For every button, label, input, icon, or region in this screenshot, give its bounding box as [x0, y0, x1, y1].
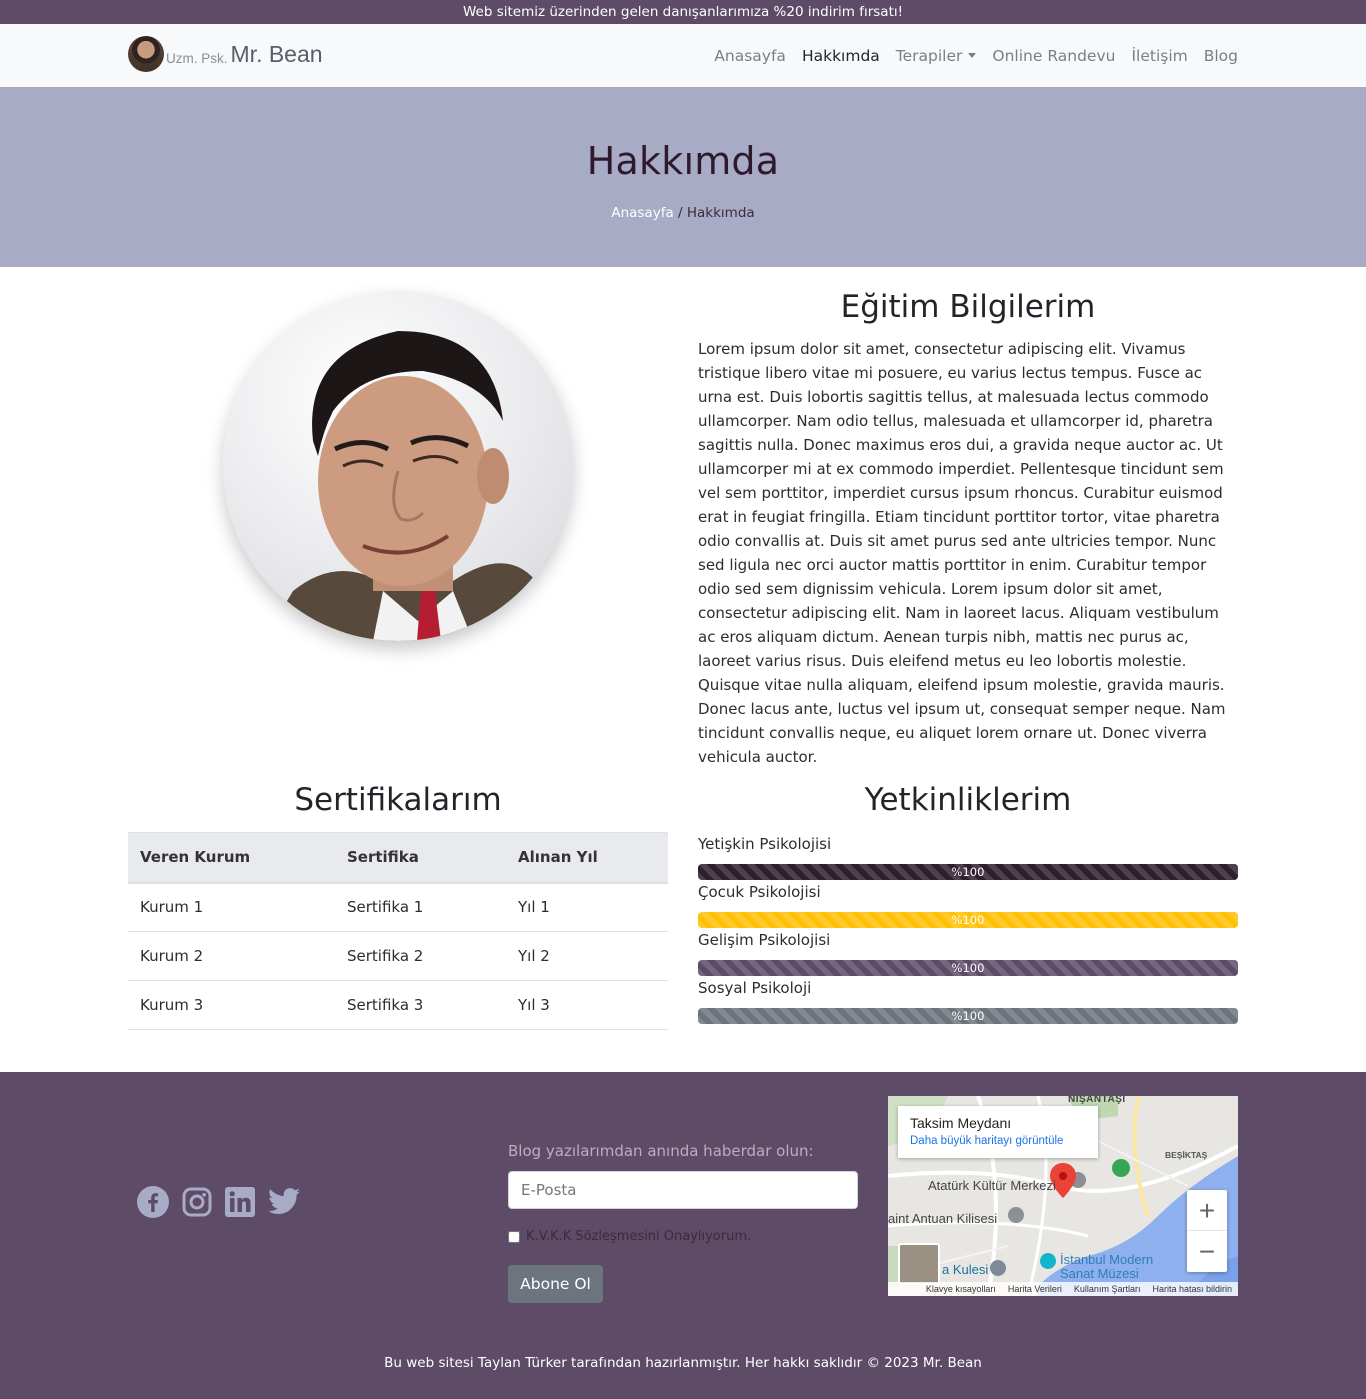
brand-prefix: Uzm. Psk. — [166, 50, 228, 66]
table-cell: Kurum 2 — [128, 931, 335, 981]
subscribe-button[interactable]: Abone Ol — [508, 1265, 603, 1303]
map-footer-link[interactable]: Harita Verileri — [1008, 1284, 1062, 1294]
kvkk-label: K.V.K.K Sözleşmesini Onaylıyorum. — [526, 1229, 752, 1244]
map-label: NIŞANTAŞI — [1068, 1096, 1126, 1105]
map-footer-link[interactable]: Klavye kısayolları — [926, 1284, 996, 1294]
nav-item-anasayfa[interactable]: Anasayfa — [714, 47, 786, 65]
skill-progress-fill: %100 — [698, 864, 1238, 880]
page-header: Hakkımda Anasayfa / Hakkımda — [0, 87, 1366, 267]
twitter-icon[interactable] — [267, 1187, 301, 1221]
table-header-row: Veren Kurum Sertifika Alınan Yıl — [128, 832, 668, 884]
skill-item: Çocuk Psikolojisi %100 — [698, 880, 1238, 928]
skill-label: Sosyal Psikoloji — [698, 979, 812, 997]
nav-item-iletisim[interactable]: İletişim — [1131, 47, 1187, 65]
map-zoom-controls: + − — [1187, 1190, 1227, 1272]
column-header-institution: Veren Kurum — [128, 832, 335, 884]
table-cell: Kurum 3 — [128, 980, 335, 1030]
footer: Blog yazılarımdan anında haberdar olun: … — [0, 1072, 1366, 1399]
table-cell: Sertifika 3 — [335, 980, 506, 1030]
table-row: Kurum 3 Sertifika 3 Yıl 3 — [128, 980, 668, 1030]
skills-list: Yetişkin Psikolojisi %100 Çocuk Psikoloj… — [698, 832, 1238, 1024]
skill-label: Yetişkin Psikolojisi — [698, 835, 832, 853]
copyright-text: Bu web sitesi Taylan Türker tarafından h… — [384, 1355, 982, 1371]
map-footer-link[interactable]: Harita hatası bildirin — [1152, 1284, 1232, 1294]
page-title: Hakkımda — [586, 139, 780, 183]
navbar: Uzm. Psk. Mr. Bean Anasayfa Hakkımda Ter… — [0, 24, 1366, 87]
table-cell: Yıl 1 — [506, 882, 668, 932]
instagram-icon[interactable] — [181, 1186, 213, 1222]
brand-name: Mr. Bean — [230, 40, 323, 67]
nav-item-blog[interactable]: Blog — [1204, 47, 1238, 65]
map-label: İstanbul Modern Sanat Müzesi — [1060, 1252, 1154, 1281]
column-header-year: Alınan Yıl — [506, 832, 668, 884]
table-cell: Yıl 2 — [506, 931, 668, 981]
main-content: Eğitim Bilgilerim Lorem ipsum dolor sit … — [0, 267, 1366, 1072]
kvkk-consent[interactable]: K.V.K.K Sözleşmesini Onaylıyorum. — [508, 1229, 751, 1244]
map-label: a Kulesi — [942, 1262, 989, 1277]
breadcrumb-current: Hakkımda — [686, 205, 755, 221]
map-label: aint Antuan Kilisesi — [888, 1211, 998, 1226]
skill-progress-fill: %100 — [698, 912, 1238, 928]
skill-label: Gelişim Psikolojisi — [698, 931, 831, 949]
table-cell: Kurum 1 — [128, 882, 335, 932]
brand-avatar — [128, 36, 164, 72]
social-links — [137, 1186, 313, 1222]
breadcrumb: Anasayfa / Hakkımda — [0, 205, 1366, 221]
linkedin-icon[interactable] — [225, 1187, 255, 1221]
skill-progress-fill: %100 — [698, 1008, 1238, 1024]
facebook-icon[interactable] — [137, 1186, 169, 1222]
skill-progress-bar: %100 — [698, 912, 1238, 928]
promo-banner: Web sitemiz üzerinden gelen danışanlarım… — [0, 0, 1366, 24]
caret-down-icon — [968, 53, 977, 58]
subscribe-label: Blog yazılarımdan anında haberdar olun: — [508, 1142, 814, 1160]
map-place-title: Taksim Meydanı — [910, 1115, 1012, 1131]
promo-text: Web sitemiz üzerinden gelen danışanlarım… — [462, 4, 904, 20]
nav-item-online-randevu[interactable]: Online Randevu — [992, 47, 1115, 65]
column-header-certificate: Sertifika — [335, 832, 506, 884]
nav-menu: Anasayfa Hakkımda Terapiler Online Rande… — [698, 24, 1238, 87]
nav-item-terapiler[interactable]: Terapiler — [896, 47, 977, 65]
map-footer-link[interactable]: Kullanım Şartları — [1074, 1284, 1141, 1294]
skill-progress-bar: %100 — [698, 864, 1238, 880]
nav-item-hakkimda[interactable]: Hakkımda — [802, 47, 880, 65]
table-row: Kurum 1 Sertifika 1 Yıl 1 — [128, 882, 668, 932]
skill-label: Çocuk Psikolojisi — [698, 883, 821, 901]
google-map-embed[interactable]: NIŞANTAŞI BEŞİKTAŞ Atatürk Kültür Merkez… — [888, 1096, 1238, 1296]
breadcrumb-separator: / — [673, 205, 687, 221]
nav-item-terapiler-label: Terapiler — [895, 46, 963, 65]
map-footer-bar: Klavye kısayolları Harita Verileri Kulla… — [888, 1282, 1238, 1296]
email-field[interactable] — [508, 1171, 858, 1209]
certificates-table: Veren Kurum Sertifika Alınan Yıl Kurum 1… — [128, 832, 668, 1030]
table-cell: Sertifika 1 — [335, 882, 506, 932]
skill-item: Sosyal Psikoloji %100 — [698, 976, 1238, 1024]
map-place-card: Taksim Meydanı Daha büyük haritayı görün… — [898, 1106, 1098, 1158]
skill-progress-bar: %100 — [698, 1008, 1238, 1024]
certificates-title: Sertifikalarım — [294, 782, 502, 818]
table-cell: Yıl 3 — [506, 980, 668, 1030]
map-label: Atatürk Kültür Merkezi — [928, 1178, 1056, 1193]
kvkk-checkbox[interactable] — [508, 1230, 520, 1243]
about-title: Eğitim Bilgilerim — [840, 289, 1096, 325]
about-paragraph: Lorem ipsum dolor sit amet, consectetur … — [698, 340, 1226, 766]
skill-item: Yetişkin Psikolojisi %100 — [698, 832, 1238, 880]
profile-photo — [223, 291, 573, 641]
zoom-out-button[interactable]: − — [1187, 1231, 1227, 1272]
breadcrumb-home-link[interactable]: Anasayfa — [611, 205, 673, 221]
table-cell: Sertifika 2 — [335, 931, 506, 981]
larger-map-link[interactable]: Daha büyük haritayı görüntüle — [910, 1135, 1098, 1147]
table-row: Kurum 2 Sertifika 2 Yıl 2 — [128, 931, 668, 981]
profile-portrait-image — [263, 331, 563, 641]
skill-progress-bar: %100 — [698, 960, 1238, 976]
skill-item: Gelişim Psikolojisi %100 — [698, 928, 1238, 976]
map-label: BEŞİKTAŞ — [1165, 1150, 1208, 1160]
skill-progress-fill: %100 — [698, 960, 1238, 976]
skills-title: Yetkinliklerim — [864, 782, 1072, 818]
zoom-in-button[interactable]: + — [1187, 1190, 1227, 1231]
brand[interactable]: Uzm. Psk. Mr. Bean — [128, 36, 323, 72]
